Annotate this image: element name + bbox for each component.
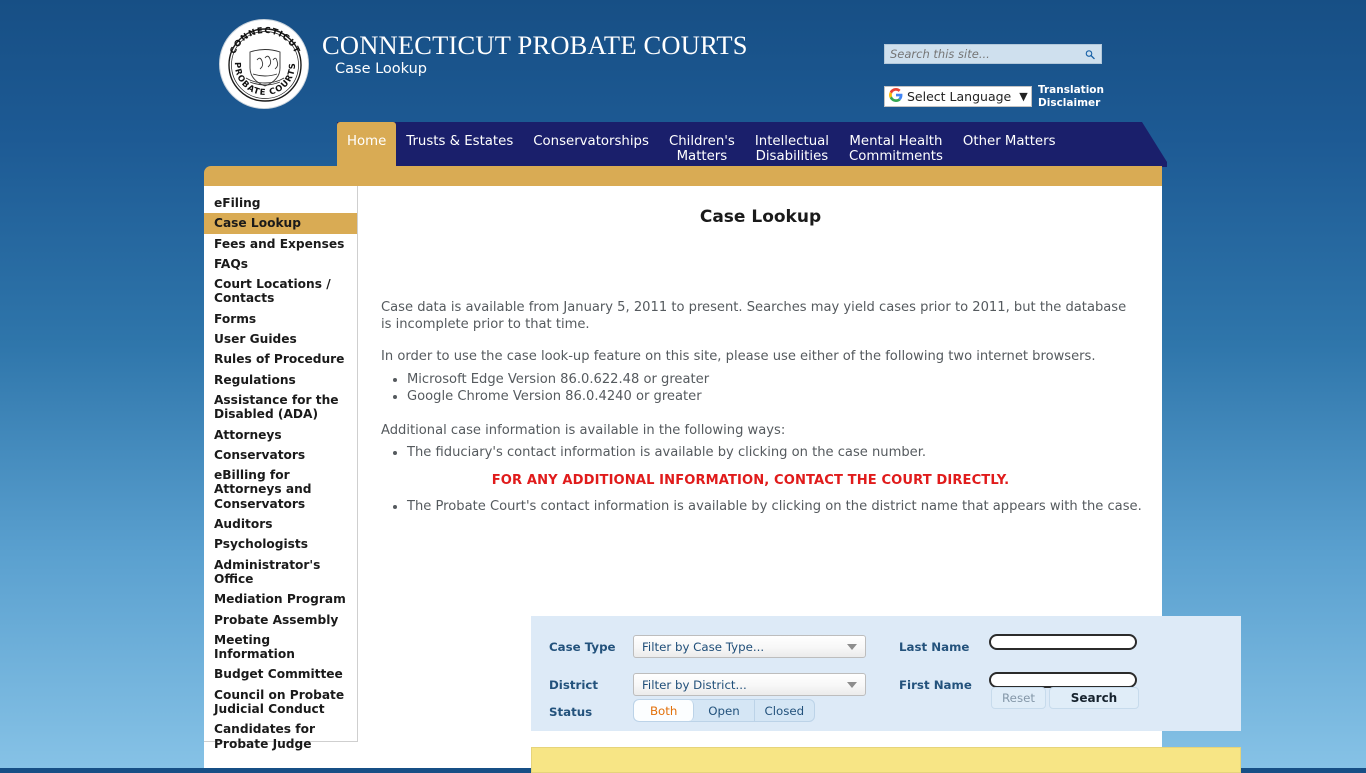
first-name-label: First Name bbox=[899, 678, 972, 692]
sidebar-item-fees-and-expenses[interactable]: Fees and Expenses bbox=[204, 234, 357, 254]
first-name-input[interactable] bbox=[989, 672, 1137, 688]
content-heading: Case Lookup bbox=[699, 207, 822, 227]
list-item: The fiduciary's contact information is a… bbox=[407, 444, 1162, 461]
chevron-down-icon[interactable]: ▼ bbox=[1019, 90, 1030, 103]
connecticut-probate-courts-seal-logo: CONNECTICUT PROBATE COURTS bbox=[219, 19, 309, 109]
reset-button[interactable]: Reset bbox=[991, 687, 1046, 709]
additional-info-list-2: The Probate Court's contact information … bbox=[359, 498, 1162, 515]
nav-item-conservatorships[interactable]: Conservatorships bbox=[523, 122, 659, 149]
browser-requirements-list: Microsoft Edge Version 86.0.622.48 or gr… bbox=[359, 371, 1162, 405]
search-input[interactable] bbox=[885, 45, 1079, 63]
page-body: eFiling Case Lookup Fees and Expenses FAQs C… bbox=[204, 186, 1241, 773]
sidebar-item-rules-of-procedure[interactable]: Rules of Procedure bbox=[204, 349, 357, 369]
nav-item-list: Home Trusts & Estates Conservatorships Chil… bbox=[337, 122, 1066, 170]
district-dropdown-value: Filter by District... bbox=[642, 677, 747, 692]
list-item: The Probate Court's contact information … bbox=[407, 498, 1162, 515]
sidebar-item-mediation-program[interactable]: Mediation Program bbox=[204, 589, 357, 609]
sidebar-item-psychologists[interactable]: Psychologists bbox=[204, 534, 357, 554]
sidebar-item-efiling[interactable]: eFiling bbox=[204, 193, 357, 213]
list-item: Google Chrome Version 86.0.4240 or great… bbox=[407, 388, 1162, 405]
chevron-down-icon bbox=[847, 682, 857, 688]
content-paragraph-1: Case data is available from January 5, 2… bbox=[381, 300, 1127, 332]
sidebar-item-probate-assembly[interactable]: Probate Assembly bbox=[204, 610, 357, 630]
nav-item-children-s-matters[interactable]: Children's Matters bbox=[659, 122, 745, 164]
list-item: Microsoft Edge Version 86.0.622.48 or gr… bbox=[407, 371, 1162, 388]
additional-info-list-1: The fiduciary's contact information is a… bbox=[359, 444, 1162, 461]
select-language-label: Select Language bbox=[907, 89, 1012, 104]
language-translate-widget: Select Language ▼ Translation Disclaimer bbox=[884, 84, 1104, 109]
nav-item-intellectual-disabilities[interactable]: Intellectual Disabilities bbox=[745, 122, 839, 164]
status-label: Status bbox=[549, 705, 593, 719]
chevron-down-icon bbox=[847, 644, 857, 650]
translation-disclaimer-link[interactable]: Translation Disclaimer bbox=[1038, 84, 1104, 109]
page-title-connecticut-probate-courts: CONNECTICUT PROBATE COURTS bbox=[322, 30, 748, 60]
contact-court-warning: FOR ANY ADDITIONAL INFORMATION, CONTACT … bbox=[491, 473, 1010, 488]
case-type-dropdown[interactable]: Filter by Case Type... bbox=[633, 635, 866, 658]
status-option-closed[interactable]: Closed bbox=[755, 700, 814, 721]
sidebar-item-ebilling-for-attorneys-and-conservators[interactable]: eBilling for Attorneys and Conservators bbox=[204, 465, 357, 514]
status-toggle-group: Both Open Closed bbox=[633, 699, 815, 722]
nav-item-other-matters[interactable]: Other Matters bbox=[953, 122, 1066, 149]
sidebar-item-meeting-information[interactable]: Meeting Information bbox=[204, 630, 357, 665]
site-header: CONNECTICUT PROBATE COURTS CONNECTICUT P… bbox=[0, 0, 1366, 118]
case-type-dropdown-value: Filter by Case Type... bbox=[642, 639, 765, 654]
last-name-label: Last Name bbox=[899, 640, 970, 654]
sidebar-item-attorneys[interactable]: Attorneys bbox=[204, 425, 357, 445]
sidebar-item-court-locations-contacts[interactable]: Court Locations / Contacts bbox=[204, 274, 357, 309]
nav-item-trusts-estates[interactable]: Trusts & Estates bbox=[396, 122, 523, 149]
sidebar-item-case-lookup[interactable]: Case Lookup bbox=[204, 213, 357, 234]
nav-item-mental-health-commitments[interactable]: Mental Health Commitments bbox=[839, 122, 953, 164]
search-icon[interactable] bbox=[1079, 45, 1101, 63]
content-paragraph-3: Additional case information is available… bbox=[381, 422, 786, 438]
sidebar-item-council-on-probate-judicial-conduct[interactable]: Council on Probate Judicial Conduct bbox=[204, 685, 357, 720]
results-notice-bar bbox=[531, 747, 1241, 773]
district-label: District bbox=[549, 678, 598, 692]
sidebar-item-assistance-for-the-disabled-ada[interactable]: Assistance for the Disabled (ADA) bbox=[204, 390, 357, 425]
sidebar-item-candidates-for-probate-judge[interactable]: Candidates for Probate Judge bbox=[204, 719, 357, 754]
search-button[interactable]: Search bbox=[1049, 687, 1139, 709]
status-option-open[interactable]: Open bbox=[694, 700, 755, 721]
sidebar-item-administrator-s-office[interactable]: Administrator's Office bbox=[204, 555, 357, 590]
sidebar-navigation: eFiling Case Lookup Fees and Expenses FAQs C… bbox=[204, 186, 358, 751]
case-search-filter-panel: Case Type Filter by Case Type... Distric… bbox=[531, 616, 1241, 731]
page-subtitle: Case Lookup bbox=[335, 61, 428, 77]
main-navigation: Home Trusts & Estates Conservatorships Chil… bbox=[337, 122, 1167, 170]
sidebar-item-auditors[interactable]: Auditors bbox=[204, 514, 357, 534]
nav-item-home[interactable]: Home bbox=[337, 122, 397, 170]
sidebar-item-faqs[interactable]: FAQs bbox=[204, 254, 357, 274]
sidebar-item-regulations[interactable]: Regulations bbox=[204, 370, 357, 390]
sidebar-item-forms[interactable]: Forms bbox=[204, 309, 357, 329]
case-type-label: Case Type bbox=[549, 640, 616, 654]
sidebar-item-budget-committee[interactable]: Budget Committee bbox=[204, 664, 357, 684]
main-content: Case Lookup Case data is available from … bbox=[359, 186, 1241, 773]
select-language-dropdown[interactable]: Select Language ▼ bbox=[884, 86, 1032, 107]
sidebar-item-user-guides[interactable]: User Guides bbox=[204, 329, 357, 349]
sidebar-item-conservators[interactable]: Conservators bbox=[204, 445, 357, 465]
status-option-both[interactable]: Both bbox=[634, 700, 695, 721]
district-dropdown[interactable]: Filter by District... bbox=[633, 673, 866, 696]
site-search[interactable] bbox=[884, 44, 1102, 64]
google-g-icon bbox=[889, 87, 903, 106]
last-name-input[interactable] bbox=[989, 634, 1137, 650]
content-paragraph-2: In order to use the case look-up feature… bbox=[381, 349, 1096, 364]
